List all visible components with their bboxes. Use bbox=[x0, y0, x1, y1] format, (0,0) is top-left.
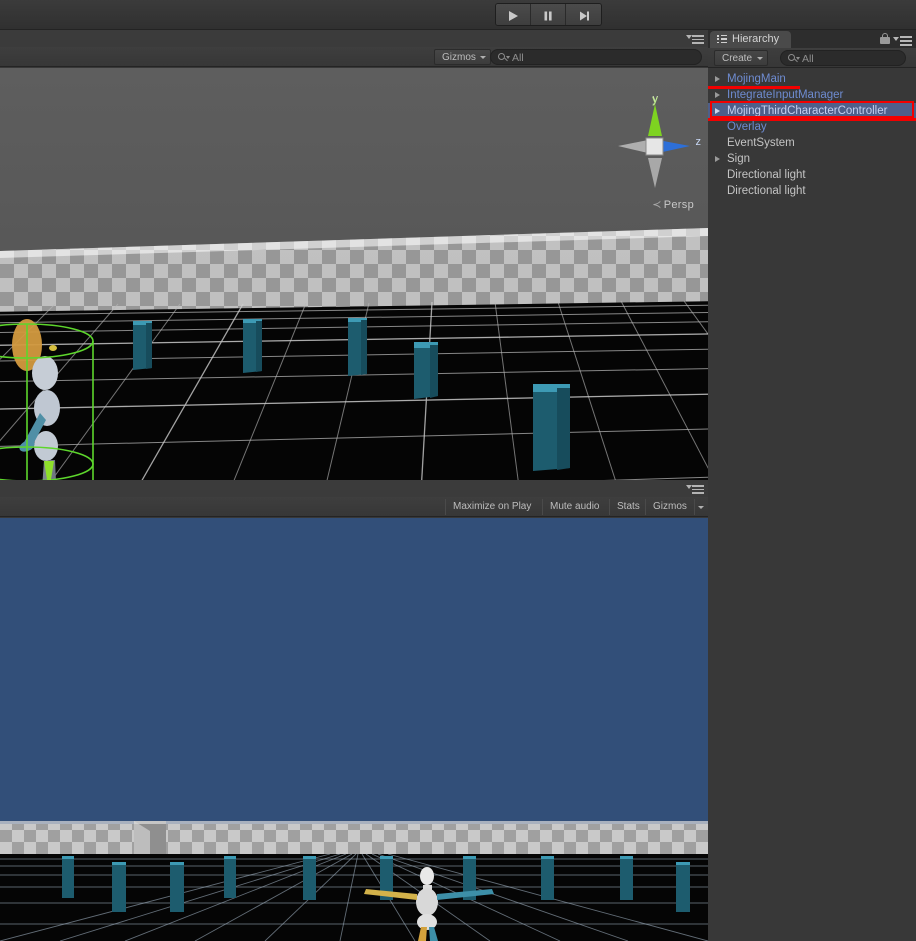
svg-text:y: y bbox=[652, 96, 658, 106]
play-button[interactable] bbox=[496, 4, 531, 25]
game-view-panel: Maximize on Play Mute audio Stats Gizmos bbox=[0, 480, 708, 941]
hierarchy-item-label: MojingMain bbox=[727, 73, 786, 85]
pillar bbox=[533, 384, 570, 471]
hierarchy-search-input[interactable]: All bbox=[780, 50, 906, 66]
scene-search-input[interactable]: All bbox=[490, 49, 702, 65]
hierarchy-item-eventsystem[interactable]: EventSystem bbox=[708, 135, 916, 151]
hierarchy-item-mojingthirdcharactercontroller[interactable]: MojingThirdCharacterController bbox=[708, 103, 916, 119]
hierarchy-item-label: EventSystem bbox=[727, 137, 795, 149]
scene-view-menu-button[interactable] bbox=[686, 33, 704, 44]
main-toolbar bbox=[0, 0, 916, 30]
hierarchy-item-overlay[interactable]: Overlay bbox=[708, 119, 916, 135]
hierarchy-item-label: IntegrateInputManager bbox=[727, 89, 844, 101]
stats-button[interactable]: Stats bbox=[609, 499, 647, 515]
lock-icon[interactable] bbox=[880, 33, 890, 44]
chevron-down-icon bbox=[506, 56, 510, 59]
game-gizmos-dropdown[interactable] bbox=[694, 499, 704, 515]
scene-view-canvas[interactable]: y ≺ Persp y z bbox=[0, 68, 708, 510]
hierarchy-item-mojingmain[interactable]: MojingMain bbox=[708, 71, 916, 87]
hierarchy-item-label: Overlay bbox=[727, 121, 767, 133]
scene-axis-gizmo[interactable]: y bbox=[608, 96, 694, 206]
unity-editor-window: Gizmos All y ≺ Persp y z Maximize on Pla… bbox=[0, 0, 916, 941]
hierarchy-toolbar: Create All bbox=[708, 48, 916, 68]
step-button[interactable] bbox=[566, 4, 601, 25]
game-view-canvas[interactable] bbox=[0, 518, 708, 941]
hierarchy-menu-button[interactable] bbox=[893, 34, 912, 46]
hierarchy-item-label: Directional light bbox=[727, 169, 806, 181]
hierarchy-tab-label: Hierarchy bbox=[732, 33, 780, 45]
hierarchy-item-integrateinputmanager[interactable]: IntegrateInputManager bbox=[708, 87, 916, 103]
pillar bbox=[348, 318, 367, 376]
pillar bbox=[414, 342, 438, 399]
chevron-down-icon bbox=[757, 57, 764, 60]
scene-search-value: All bbox=[512, 52, 524, 64]
tab-hierarchy[interactable]: Hierarchy bbox=[710, 31, 792, 48]
expand-arrow-icon[interactable] bbox=[715, 156, 720, 162]
hierarchy-item-label: MojingThirdCharacterController bbox=[727, 105, 888, 117]
pause-icon bbox=[544, 11, 552, 20]
play-icon bbox=[509, 10, 518, 21]
chevron-down-icon bbox=[479, 56, 486, 59]
search-icon bbox=[788, 54, 795, 61]
game-gizmos-label: Gizmos bbox=[653, 501, 687, 512]
pause-button[interactable] bbox=[531, 4, 566, 25]
underline-character-ctrl bbox=[708, 118, 916, 121]
scene-3d-render bbox=[0, 68, 708, 510]
scene-view-panel: Gizmos All y ≺ Persp y z bbox=[0, 30, 708, 510]
step-icon bbox=[579, 11, 589, 20]
hierarchy-item-label: Directional light bbox=[727, 185, 806, 197]
hierarchy-item-label: Sign bbox=[727, 153, 751, 165]
game-3d-render bbox=[0, 518, 708, 941]
hierarchy-tabrow: Hierarchy bbox=[708, 30, 916, 48]
game-view-tabrow bbox=[0, 480, 708, 497]
expand-arrow-icon[interactable] bbox=[715, 108, 720, 114]
underline-mojingmain bbox=[708, 86, 800, 89]
create-button[interactable]: Create bbox=[714, 50, 769, 66]
hierarchy-tree[interactable]: MojingMain IntegrateInputManager MojingThi… bbox=[708, 69, 916, 941]
hierarchy-list-icon bbox=[717, 35, 727, 44]
create-label: Create bbox=[722, 53, 753, 64]
scene-gizmos-dropdown[interactable]: Gizmos bbox=[434, 49, 491, 65]
pillar bbox=[133, 321, 152, 370]
game-view-toolbar: Maximize on Play Mute audio Stats Gizmos bbox=[0, 497, 708, 517]
search-icon bbox=[498, 53, 505, 60]
hierarchy-item-directional-light[interactable]: Directional light bbox=[708, 167, 916, 183]
scene-view-tabrow bbox=[0, 30, 708, 47]
maximize-on-play-button[interactable]: Maximize on Play bbox=[445, 499, 538, 515]
hierarchy-item-directional-light[interactable]: Directional light bbox=[708, 183, 916, 199]
axis-z-label: z bbox=[695, 136, 702, 148]
maximize-on-play-label: Maximize on Play bbox=[453, 501, 532, 512]
mute-audio-label: Mute audio bbox=[550, 501, 600, 512]
expand-arrow-icon[interactable] bbox=[715, 92, 720, 98]
chevron-down-icon bbox=[796, 57, 800, 60]
scene-gizmos-label: Gizmos bbox=[442, 52, 476, 63]
mute-audio-button[interactable]: Mute audio bbox=[542, 499, 606, 515]
game-view-menu-button[interactable] bbox=[686, 483, 704, 494]
hierarchy-search-value: All bbox=[802, 53, 814, 65]
hierarchy-panel: Hierarchy Create All MojingMain Integrate… bbox=[708, 30, 916, 941]
hierarchy-item-sign[interactable]: Sign bbox=[708, 151, 916, 167]
expand-arrow-icon[interactable] bbox=[715, 76, 720, 82]
chevron-down-icon bbox=[698, 506, 704, 509]
game-gizmos-button[interactable]: Gizmos bbox=[645, 499, 694, 515]
scene-view-toolbar: Gizmos All bbox=[0, 47, 708, 67]
playback-controls bbox=[495, 3, 602, 26]
pillar bbox=[243, 319, 262, 373]
stats-label: Stats bbox=[617, 501, 640, 512]
